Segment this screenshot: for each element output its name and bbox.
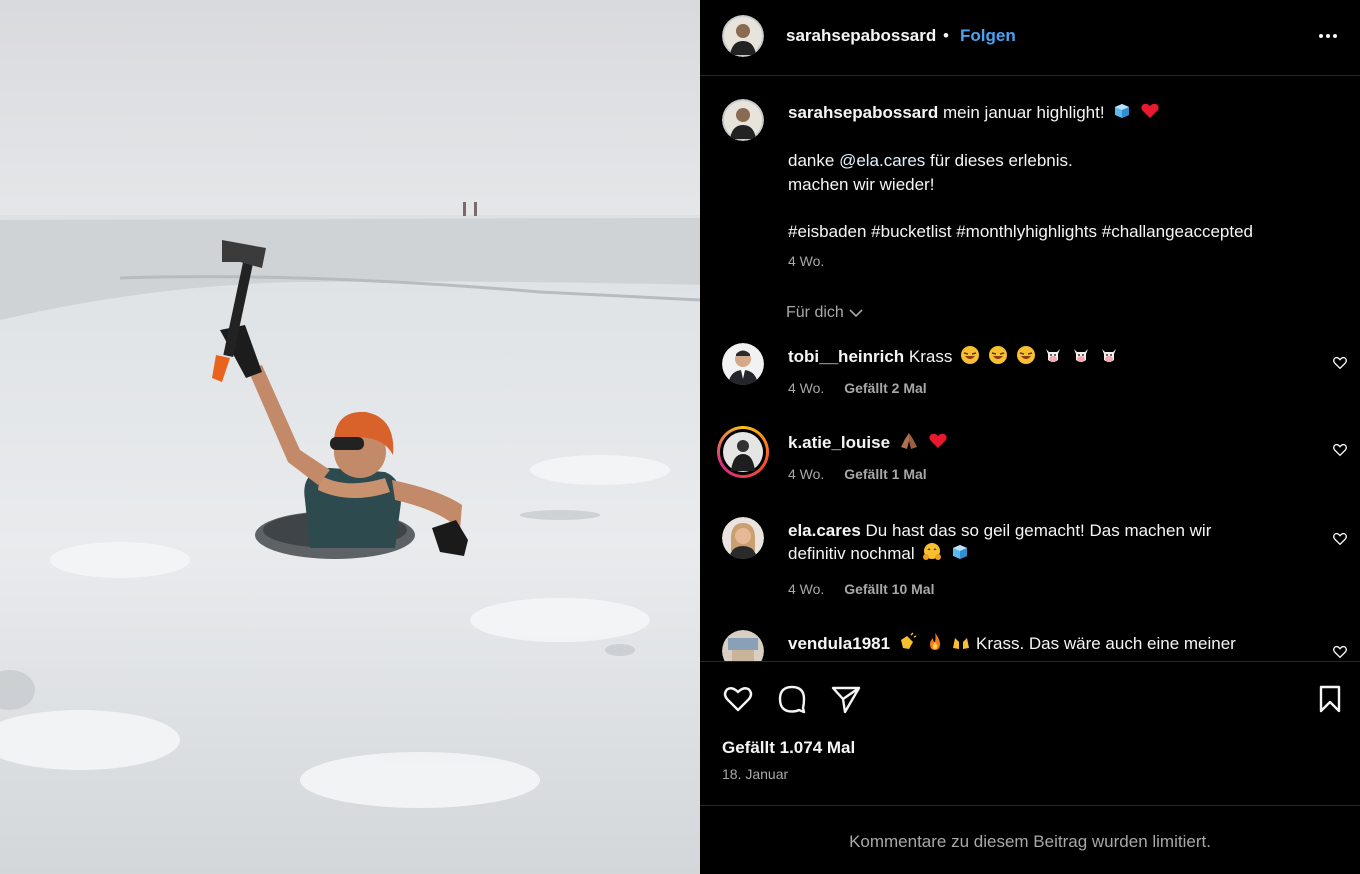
comments-scroll-area[interactable]: sarahsepabossard mein januar highlight! …	[700, 77, 1360, 661]
caption-time[interactable]: 4 Wo.	[788, 253, 824, 269]
bookmark-icon[interactable]	[1314, 683, 1346, 715]
comment-bubble-icon[interactable]	[776, 683, 808, 715]
post-action-bar: Gefällt 1.074 Mal 18. Januar	[700, 661, 1360, 806]
cow-face-emoji-icon	[1046, 349, 1061, 362]
laughing-emoji-icon	[1016, 346, 1035, 364]
caption-line1: mein januar highlight!	[942, 103, 1105, 122]
caption-line2-suffix: für dieses erlebnis.	[930, 151, 1073, 170]
ice-cube-emoji-icon	[953, 545, 968, 559]
comment-like-heart-icon[interactable]	[1332, 355, 1348, 371]
cow-face-emoji-icon	[1074, 349, 1089, 362]
comment-like-heart-icon[interactable]	[1332, 531, 1348, 547]
post-photo[interactable]	[0, 0, 700, 874]
comment-meta: 4 Wo. Gefällt 2 Mal	[788, 380, 943, 396]
comment-body: k.atie_louise	[788, 431, 1298, 454]
comment-text: Krass	[908, 347, 953, 366]
caption-hashtags[interactable]: #eisbaden #bucketlist #monthlyhighlights…	[788, 220, 1328, 244]
comment-avatar-image	[722, 517, 764, 559]
caption-line2-prefix: danke	[788, 151, 835, 170]
author-username[interactable]: sarahsepabossard	[786, 26, 936, 46]
author-avatar[interactable]	[722, 15, 764, 57]
comment-text: Du hast das so geil gemacht! Das machen …	[865, 521, 1212, 540]
cow-face-emoji-icon	[1101, 349, 1116, 362]
comment-likes[interactable]: Gefällt 2 Mal	[844, 380, 926, 396]
caption-avatar-image	[722, 99, 764, 141]
comment-like-heart-icon[interactable]	[1332, 442, 1348, 458]
raising-hands-emoji-icon	[953, 638, 970, 649]
comment-meta: 4 Wo. Gefällt 10 Mal	[788, 581, 950, 597]
comment-avatar[interactable]	[722, 517, 764, 559]
post-header: sarahsepabossard • Folgen	[700, 0, 1360, 76]
laughing-emoji-icon	[988, 346, 1007, 364]
hugging-face-emoji-icon	[923, 543, 942, 560]
fire-emoji-icon	[929, 633, 940, 650]
caption-line3: machen wir wieder!	[788, 175, 935, 194]
clapping-hands-emoji-icon	[900, 632, 917, 649]
post-sidebar: sarahsepabossard • Folgen sarahsepabossa…	[700, 0, 1360, 874]
comment-body: tobi__heinrich Krass	[788, 345, 1298, 368]
comment-avatar-image	[722, 343, 764, 385]
comment-body: vendula1981 Krass. Das wäre auch eine me…	[788, 632, 1298, 655]
heart-icon[interactable]	[722, 683, 754, 715]
story-ring-avatar[interactable]	[717, 426, 769, 478]
comment-username[interactable]: tobi__heinrich	[788, 347, 904, 366]
post-likes-count[interactable]: Gefällt 1.074 Mal	[722, 738, 855, 758]
for-you-label: Für dich	[786, 304, 844, 321]
comment-time[interactable]: 4 Wo.	[788, 581, 824, 597]
caption-mention-link[interactable]: @ela.cares	[839, 151, 925, 170]
comment-time[interactable]: 4 Wo.	[788, 380, 824, 396]
comment-avatar[interactable]	[722, 343, 764, 385]
comment-text-line2: definitiv nochmal	[788, 544, 915, 563]
comment-text: Krass. Das wäre auch eine meiner	[976, 634, 1236, 653]
post-photo-image	[0, 0, 700, 874]
ice-cube-emoji-icon	[1115, 104, 1130, 118]
comment-likes[interactable]: Gefällt 1 Mal	[844, 466, 926, 482]
author-avatar-image	[722, 15, 764, 57]
comment-likes[interactable]: Gefällt 10 Mal	[844, 581, 934, 597]
comment-avatar[interactable]	[722, 630, 764, 661]
comment-avatar-image	[720, 429, 766, 475]
red-heart-emoji-icon	[1141, 103, 1159, 118]
comment-like-heart-icon[interactable]	[1332, 644, 1348, 660]
comment-username[interactable]: ela.cares	[788, 521, 861, 540]
laughing-emoji-icon	[961, 346, 980, 364]
caption-avatar[interactable]	[722, 99, 764, 141]
caption-username[interactable]: sarahsepabossard	[788, 103, 938, 122]
comment-avatar-image	[722, 630, 764, 661]
red-heart-emoji-icon	[928, 433, 947, 448]
header-separator: •	[943, 26, 949, 45]
comment-meta: 4 Wo. Gefällt 1 Mal	[788, 466, 943, 482]
comment-time[interactable]: 4 Wo.	[788, 466, 824, 482]
comment-username[interactable]: k.atie_louise	[788, 433, 890, 452]
follow-button[interactable]: Folgen	[960, 26, 1016, 46]
post-caption: sarahsepabossard mein januar highlight! …	[788, 101, 1328, 244]
more-horizontal-icon[interactable]	[1316, 24, 1340, 48]
comment-username[interactable]: vendula1981	[788, 634, 890, 653]
for-you-dropdown[interactable]: Für dich	[786, 304, 864, 322]
comment-body: ela.cares Du hast das so geil gemacht! D…	[788, 519, 1298, 565]
folded-hands-emoji-icon	[900, 433, 917, 449]
comments-limited-notice: Kommentare zu diesem Beitrag wurden limi…	[849, 832, 1211, 851]
post-date[interactable]: 18. Januar	[722, 766, 788, 782]
paper-plane-icon[interactable]	[830, 683, 862, 715]
chevron-down-icon	[849, 309, 863, 317]
